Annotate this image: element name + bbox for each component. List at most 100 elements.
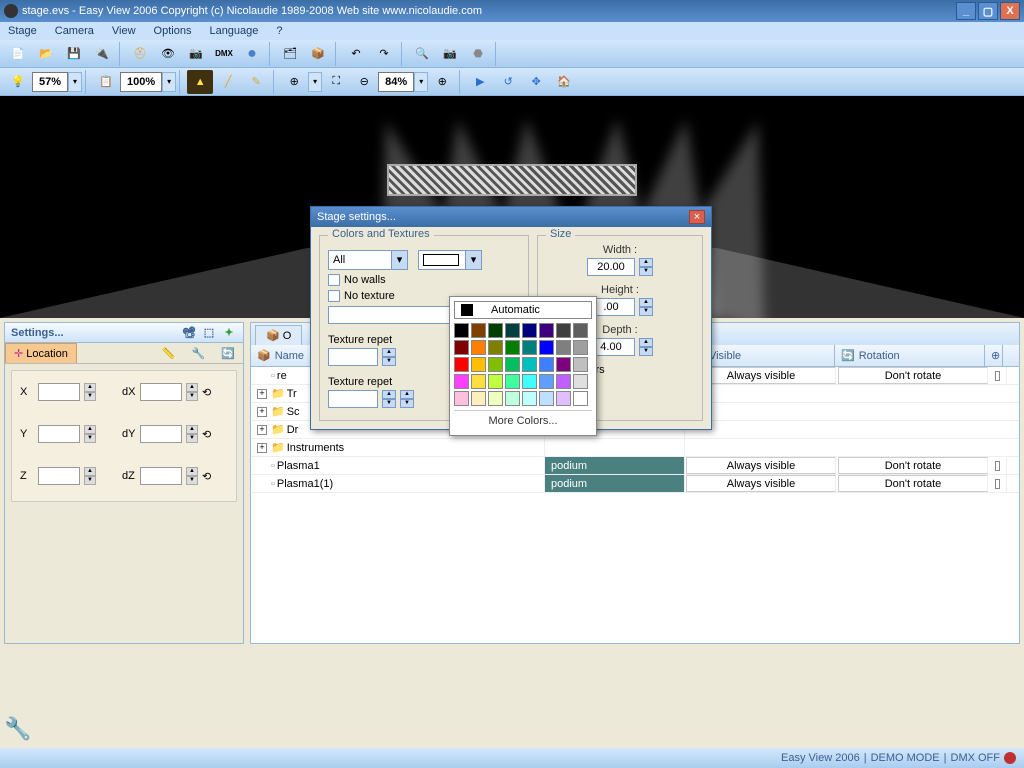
line-icon[interactable]: ╱: [215, 70, 241, 94]
menu-help[interactable]: ?: [276, 25, 282, 37]
maximize-button[interactable]: ▢: [978, 2, 998, 20]
zoom-value[interactable]: 84%: [378, 72, 414, 92]
width-input[interactable]: [587, 258, 635, 276]
reset-icon[interactable]: ⟲: [202, 470, 211, 483]
tab-tools[interactable]: 🔧: [184, 343, 214, 363]
color-swatch[interactable]: [539, 391, 554, 406]
color-swatch[interactable]: [488, 357, 503, 372]
camera-icon[interactable]: 📷: [437, 42, 463, 66]
dialog-close-button[interactable]: ×: [689, 210, 705, 224]
tab-ruler[interactable]: 📏: [154, 343, 184, 363]
color-swatch[interactable]: [454, 323, 469, 338]
open-icon[interactable]: 📂: [33, 42, 59, 66]
star-icon[interactable]: ✦: [221, 325, 237, 341]
color-swatch[interactable]: [539, 374, 554, 389]
table-row[interactable]: +📁Instruments: [251, 439, 1019, 457]
input-z[interactable]: [38, 467, 80, 485]
color-swatch[interactable]: [454, 374, 469, 389]
color-swatch[interactable]: [573, 357, 588, 372]
hardhat-icon[interactable]: ⛑: [127, 42, 153, 66]
table-row[interactable]: ▫Plasma1(1)podiumAlways visibleDon't rot…: [251, 475, 1019, 493]
new-icon[interactable]: 📄: [5, 42, 31, 66]
notes-icon[interactable]: 📋: [93, 70, 119, 94]
color-swatch[interactable]: [522, 357, 537, 372]
color-swatch[interactable]: [471, 357, 486, 372]
reset-icon[interactable]: ⟲: [202, 386, 211, 399]
save-icon[interactable]: 💾: [61, 42, 87, 66]
close-button[interactable]: X: [1000, 2, 1020, 20]
input-x[interactable]: [38, 383, 80, 401]
cube-icon[interactable]: 📦: [305, 42, 331, 66]
color-swatch[interactable]: [505, 323, 520, 338]
color-swatch[interactable]: [522, 374, 537, 389]
menu-options[interactable]: Options: [154, 25, 192, 37]
table-row[interactable]: ▫Plasma1podiumAlways visibleDon't rotate: [251, 457, 1019, 475]
tab-objects[interactable]: 📦 O: [255, 325, 302, 345]
color-swatch[interactable]: [556, 340, 571, 355]
undo-icon[interactable]: ↶: [343, 42, 369, 66]
color-swatch[interactable]: [556, 391, 571, 406]
walls-combo[interactable]: All▾: [328, 250, 408, 270]
home-icon[interactable]: 🏠: [551, 70, 577, 94]
color-swatch[interactable]: [573, 323, 588, 338]
input-dx[interactable]: [140, 383, 182, 401]
color-swatch[interactable]: [471, 323, 486, 338]
wand-icon[interactable]: ✎: [243, 70, 269, 94]
scale-value[interactable]: 100%: [120, 72, 162, 92]
color-swatch[interactable]: [454, 340, 469, 355]
color-swatch[interactable]: [505, 391, 520, 406]
color-swatch[interactable]: [471, 391, 486, 406]
menu-stage[interactable]: Stage: [8, 25, 37, 37]
color-swatch[interactable]: [488, 323, 503, 338]
color-swatch[interactable]: [471, 340, 486, 355]
tex-rep-y-input[interactable]: [328, 390, 378, 408]
zoom-out-icon[interactable]: ⊖: [351, 70, 377, 94]
color-swatch[interactable]: [505, 357, 520, 372]
redo-icon[interactable]: ↷: [371, 42, 397, 66]
color-swatch[interactable]: [522, 323, 537, 338]
tab-location[interactable]: ✛Location: [5, 343, 77, 363]
checkbox-no-walls[interactable]: No walls: [328, 274, 520, 286]
menu-camera[interactable]: Camera: [55, 25, 94, 37]
input-dy[interactable]: [140, 425, 182, 443]
tab-refresh[interactable]: 🔄: [213, 343, 243, 363]
binoculars-icon[interactable]: 🔍: [409, 42, 435, 66]
zoom-in-dd[interactable]: ▾: [308, 72, 322, 92]
color-swatch[interactable]: [471, 374, 486, 389]
webcam-icon[interactable]: 📷: [183, 42, 209, 66]
eye-icon[interactable]: 👁: [155, 42, 181, 66]
color-swatch[interactable]: [488, 340, 503, 355]
fit-icon[interactable]: ⛶: [323, 70, 349, 94]
menu-view[interactable]: View: [112, 25, 136, 37]
color-swatch[interactable]: [522, 391, 537, 406]
color-swatch[interactable]: [454, 391, 469, 406]
proj-icon[interactable]: 📽: [181, 325, 197, 341]
plug-icon[interactable]: 🔌: [89, 42, 115, 66]
reset-icon[interactable]: ⟲: [202, 428, 211, 441]
color-swatch[interactable]: [556, 323, 571, 338]
scale-dropdown[interactable]: ▾: [162, 72, 176, 92]
zoom-in-icon[interactable]: ⊕: [281, 70, 307, 94]
move-icon[interactable]: ✥: [523, 70, 549, 94]
color-swatch[interactable]: [573, 391, 588, 406]
bulb-icon[interactable]: 💡: [5, 70, 31, 94]
color-swatch[interactable]: [488, 374, 503, 389]
color-swatch[interactable]: [539, 340, 554, 355]
rotate-icon[interactable]: ↺: [495, 70, 521, 94]
color-swatch[interactable]: [539, 357, 554, 372]
color-swatch[interactable]: [505, 374, 520, 389]
zoom-dd[interactable]: ▾: [414, 72, 428, 92]
tex-rep-x-input[interactable]: [328, 348, 378, 366]
input-dz[interactable]: [140, 467, 182, 485]
play-icon[interactable]: ▶: [467, 70, 493, 94]
color-swatch[interactable]: [488, 391, 503, 406]
color-swatch[interactable]: [539, 323, 554, 338]
color-swatch[interactable]: [573, 340, 588, 355]
cube2-icon[interactable]: ⬚: [201, 325, 217, 341]
color-swatch[interactable]: [505, 340, 520, 355]
more-colors-button[interactable]: More Colors...: [454, 410, 592, 431]
color-swatch[interactable]: [573, 374, 588, 389]
brightness-value[interactable]: 57%: [32, 72, 68, 92]
zoom-plus-icon[interactable]: ⊕: [429, 70, 455, 94]
input-y[interactable]: [38, 425, 80, 443]
